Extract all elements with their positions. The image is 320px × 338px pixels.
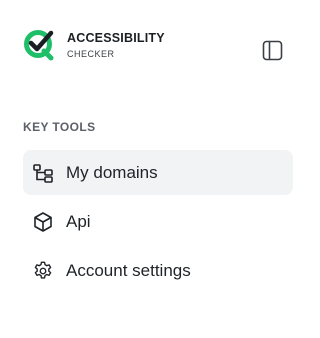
cube-icon bbox=[32, 211, 54, 233]
brand[interactable]: ACCESSIBILITY CHECKER bbox=[22, 27, 165, 63]
sitemap-icon bbox=[32, 162, 54, 184]
sidebar-panel-icon bbox=[262, 40, 283, 61]
sidebar-item-account-settings[interactable]: Account settings bbox=[23, 248, 293, 293]
sidebar-item-label: My domains bbox=[66, 162, 158, 182]
sidebar-item-label: Account settings bbox=[66, 260, 191, 280]
sidebar-item-api[interactable]: Api bbox=[23, 199, 293, 244]
sidebar-item-label: Api bbox=[66, 211, 91, 231]
gear-icon bbox=[32, 260, 54, 282]
accessibility-checker-logo-icon bbox=[24, 30, 54, 61]
sidebar-item-my-domains[interactable]: My domains bbox=[23, 150, 293, 195]
brand-title: ACCESSIBILITY bbox=[67, 31, 165, 46]
brand-subtitle: CHECKER bbox=[67, 48, 115, 59]
sidebar-nav: My domains Api Account settings bbox=[23, 150, 293, 297]
sidebar: ACCESSIBILITY CHECKER KEY TOOLS My domai… bbox=[0, 0, 303, 338]
collapse-sidebar-button[interactable] bbox=[262, 40, 283, 61]
section-label-key-tools: KEY TOOLS bbox=[23, 120, 96, 134]
brand-text: ACCESSIBILITY CHECKER bbox=[67, 31, 165, 59]
